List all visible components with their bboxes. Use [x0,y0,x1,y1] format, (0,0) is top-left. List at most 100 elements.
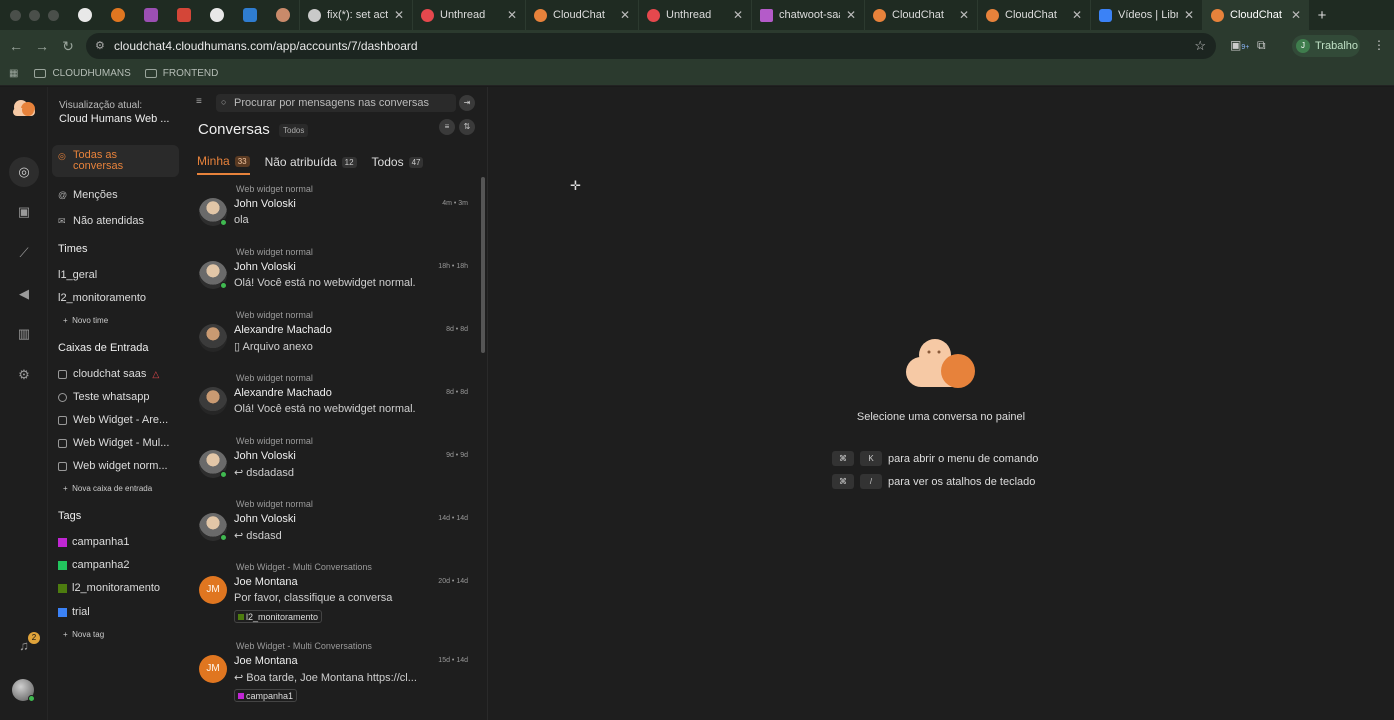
more-menu-icon[interactable]: ⋮ [1373,38,1385,52]
apps-grid-icon[interactable]: ▦ [9,68,18,79]
browser-tab[interactable]: chatwoot-saas ✕ [751,0,864,30]
bookmark-folder[interactable]: FRONTEND [144,68,218,79]
browser-tab[interactable]: fix(*): set activ ✕ [299,0,412,30]
conversation-item[interactable]: Web widget normal Alexandre Machado 8d •… [198,310,468,370]
conversation-item[interactable]: Web widget normal John Voloski 18h • 18h… [198,247,468,307]
tag-item[interactable]: l2_monitoramento [58,582,183,594]
conversation-tag[interactable]: l2_monitoramento [234,610,323,623]
filter-icon[interactable]: ≡ [439,119,455,135]
campaigns-icon[interactable]: ◀ [14,284,34,304]
folder-icon [144,69,157,78]
sort-icon[interactable]: ⇅ [459,119,475,135]
browser-tab[interactable]: Vídeos | Librar ✕ [1090,0,1202,30]
library-icon[interactable]: ▥ [14,324,34,344]
close-tab-icon[interactable]: ✕ [1072,8,1082,22]
tab-mine[interactable]: Minha 33 [197,149,250,175]
conversations-icon[interactable]: ◎ [9,157,39,187]
tag-item[interactable]: campanha2 [58,559,183,571]
new-tab-button[interactable]: + [1309,7,1335,24]
close-tab-icon[interactable]: ✕ [959,8,969,22]
conversation-item[interactable]: Web widget normal John Voloski 9d • 9d ↩… [198,436,468,496]
pinned-tab-github-2[interactable] [200,0,233,30]
close-tab-icon[interactable]: ✕ [1291,8,1301,22]
inbox-item[interactable]: Teste whatsapp [58,391,183,403]
tab-favicon-icon [1099,8,1112,22]
back-icon[interactable]: ← [3,38,29,54]
pinned-tab-outlook[interactable] [233,0,266,30]
conversation-tag[interactable]: campanha1 [234,689,298,702]
tag-color-swatch [58,560,67,570]
add-team-button[interactable]: + Novo time [63,316,108,325]
conversation-time: 9d • 9d [446,452,468,459]
search-input[interactable]: ○ Procurar por mensagens nas conversas [216,94,456,112]
browser-tab[interactable]: CloudChat ✕ [977,0,1090,30]
bookmark-folder[interactable]: CLOUDHUMANS [34,68,131,79]
contact-name: John Voloski [234,450,296,462]
minimize-window-button[interactable] [29,9,40,21]
nav-all-conversations[interactable]: ◎ Todas as conversas [52,145,179,177]
settings-gear-icon[interactable]: ⚙ [14,365,34,385]
puzzle-icon[interactable]: ⧉ [1257,38,1266,53]
online-status-dot [220,219,227,226]
status-filter-pill[interactable]: Todos [279,124,309,137]
browser-tab[interactable]: Unthread ✕ [638,0,751,30]
profile-label: Trabalho [1315,40,1359,52]
nav-unattended[interactable]: ✉ Não atendidas [52,210,179,232]
pinned-tab-avatar[interactable] [266,0,299,30]
conversation-item[interactable]: Web Widget - Multi Conversations JM Joe … [198,641,468,707]
reload-icon[interactable]: ↻ [55,38,81,55]
inbox-item[interactable]: Web Widget - Mul... [58,437,183,449]
team-item[interactable]: l1_geral [58,269,183,281]
user-avatar[interactable] [12,679,35,702]
close-tab-icon[interactable]: ✕ [733,8,743,22]
last-message: Olá! Você está no webwidget normal. [234,277,416,289]
close-tab-icon[interactable]: ✕ [1184,8,1194,22]
pinned-tab-gmail[interactable] [167,0,200,30]
inbox-item[interactable]: cloudchat saas △ [58,368,183,380]
contacts-icon[interactable]: ▣ [14,202,34,222]
tab-label: Minha [197,154,230,168]
nav-mentions[interactable]: @ Menções [52,184,179,206]
conversation-item[interactable]: Web widget normal Alexandre Machado 8d •… [198,373,468,433]
browser-tab[interactable]: Unthread ✕ [412,0,525,30]
tag-color-swatch [238,614,244,620]
browser-tab[interactable]: CloudChat ✕ [525,0,638,30]
collapse-panel-button[interactable]: ⇥ [459,95,475,111]
online-status-dot [28,695,35,702]
pinned-tab-github[interactable] [68,0,101,30]
list-scrollbar[interactable] [481,177,485,353]
pinned-tab-app[interactable] [134,0,167,30]
tab-unassigned[interactable]: Não atribuída 12 [265,149,357,175]
site-info-icon[interactable]: ⚙ [95,39,107,52]
maximize-window-button[interactable] [48,9,59,21]
team-item[interactable]: l2_monitoramento [58,292,183,304]
conversation-item[interactable]: Web widget normal John Voloski 14d • 14d… [198,499,468,559]
close-tab-icon[interactable]: ✕ [507,8,517,22]
profile-button[interactable]: J Trabalho [1292,35,1360,57]
pinned-tab-settings[interactable] [101,0,134,30]
close-tab-icon[interactable]: ✕ [620,8,630,22]
tag-item[interactable]: campanha1 [58,536,183,548]
add-tag-button[interactable]: + Nova tag [63,630,104,639]
tag-item[interactable]: trial [58,606,183,618]
conversation-item[interactable]: Web widget normal John Voloski 4m • 3m o… [198,184,468,244]
browser-tab[interactable]: CloudChat ✕ [864,0,977,30]
conversation-item[interactable]: Web Widget - Multi Conversations JM Joe … [198,562,468,628]
menu-toggle-icon[interactable]: ≡ [196,96,202,107]
bookmark-star-icon[interactable]: ☆ [1194,38,1206,54]
shortcut-row: ⌘ / para ver os atalhos de teclado [832,474,1035,489]
reports-icon[interactable]: ⟋ [14,243,34,263]
shortcut-description: para ver os atalhos de teclado [888,475,1036,488]
close-window-button[interactable] [10,9,21,21]
forward-icon[interactable]: → [29,38,55,54]
close-tab-icon[interactable]: ✕ [394,8,404,22]
close-tab-icon[interactable]: ✕ [846,8,856,22]
inbox-item[interactable]: Web Widget - Are... [58,414,183,426]
browser-tab-active[interactable]: CloudChat ✕ [1202,0,1309,30]
tab-all[interactable]: Todos 47 [372,149,424,175]
current-view-switcher[interactable]: Cloud Humans Web ... [59,113,179,125]
url-field[interactable]: ⚙ cloudchat4.cloudhumans.com/app/account… [86,33,1216,59]
extension-icon[interactable]: ▣9+ [1230,38,1249,52]
add-inbox-button[interactable]: + Nova caixa de entrada [63,484,152,493]
inbox-item[interactable]: Web widget norm... [58,460,183,472]
